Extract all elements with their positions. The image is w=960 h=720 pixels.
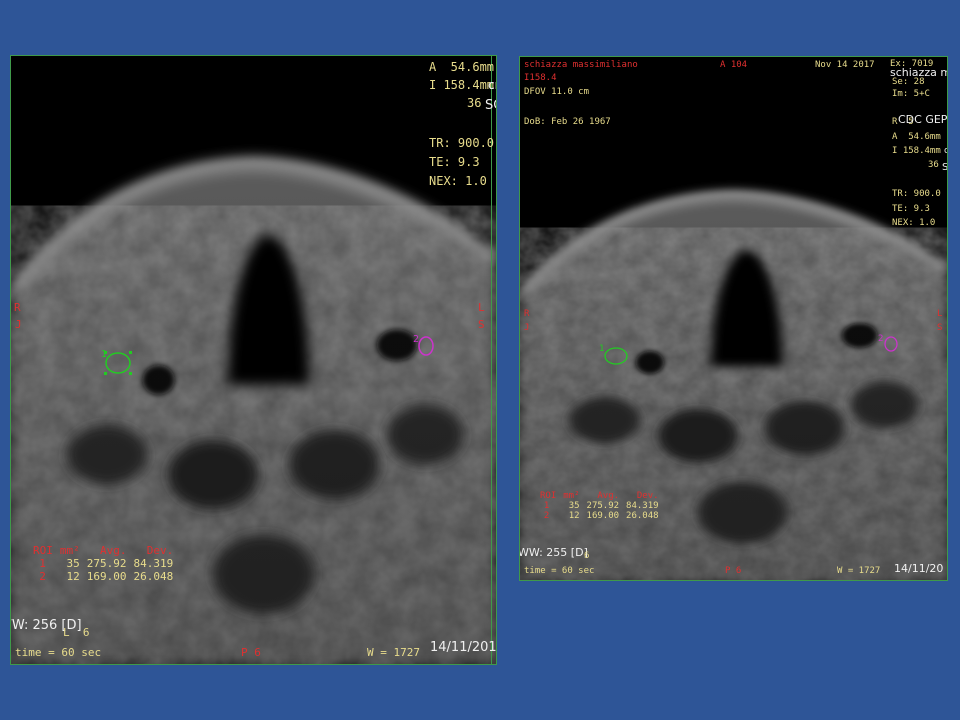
institution-label: CDC GEP: [898, 113, 948, 126]
table-row: 1 35 275.92 84.319: [39, 557, 174, 570]
orientation-r: R: [524, 309, 530, 319]
roi-stats-table: ROI mm² Avg. Dev. 1 35 275.92 84.319 2 1…: [540, 491, 666, 521]
roi2-marker[interactable]: [416, 335, 436, 357]
partial-label: c: [944, 146, 947, 157]
roi1-marker[interactable]: [602, 345, 630, 367]
roi2-marker[interactable]: [883, 335, 899, 353]
orientation-l: L: [937, 309, 943, 319]
image-id: I158.4: [524, 73, 557, 83]
accession-label: A 104: [720, 60, 748, 70]
right-image-viewer[interactable]: schiazza massimiliano I158.4 DFOV 11.0 c…: [519, 56, 948, 581]
table-row: 2 12 169.00 26.048: [39, 570, 174, 583]
orientation-r: R: [14, 301, 21, 314]
col-dev: Dev.: [146, 544, 174, 557]
date-of-birth: DoB: Feb 26 1967: [524, 117, 611, 127]
scan-time: time = 60 sec: [524, 566, 595, 576]
date-stamp: 14/11/201: [430, 640, 497, 655]
roi1-marker[interactable]: [103, 348, 133, 378]
col-dev: Dev.: [636, 491, 659, 501]
scan-time: time = 60 sec: [15, 646, 102, 659]
col-area: mm²: [59, 544, 80, 557]
phase-label: P 6: [241, 646, 261, 659]
position-a: A 54.6mm: [429, 60, 495, 74]
window-level: L 6: [63, 626, 90, 639]
col-avg: Avg.: [597, 491, 620, 501]
window-width: WW: 255 [D]: [519, 546, 588, 559]
col-avg: Avg.: [100, 544, 127, 557]
te-value: TE: 9.3: [429, 155, 480, 169]
nex-value: NEX: 1.0: [429, 174, 487, 188]
table-row: 1 35 275.92 84.319: [543, 501, 659, 511]
partial-label: SC: [485, 98, 496, 113]
left-image-viewer[interactable]: A 54.6mm I 158.4mm cm 36 SC TR: 900.0 TE…: [10, 55, 497, 665]
study-date: Nov 14 2017: [815, 60, 875, 70]
dfov: DFOV 11.0 cm: [524, 87, 590, 97]
col-area: mm²: [563, 491, 580, 501]
phase-label: P 6: [725, 566, 742, 576]
table-row: 2 12 169.00 26.048: [543, 511, 659, 521]
orientation-s: S: [937, 323, 943, 333]
date-stamp: 14/11/20: [894, 562, 944, 575]
window-value: W = 1727: [837, 566, 881, 576]
partial-label: S: [942, 162, 948, 173]
slice-number: 36: [928, 160, 939, 170]
tr-value: TR: 900.0: [429, 136, 495, 150]
partial-label: cm: [488, 78, 496, 92]
position-a: A 54.6mm: [892, 132, 941, 142]
col-roi: ROI: [540, 491, 557, 501]
series-number: Se: 28: [892, 77, 925, 87]
roi-stats-table: ROI mm² Avg. Dev. 1 35 275.92 84.319 2 1…: [33, 544, 180, 583]
orientation-l: L: [478, 301, 485, 314]
position-i: I 158.4mm: [892, 146, 941, 156]
window-value: W = 1727: [367, 646, 420, 659]
window-level: 6: [584, 551, 590, 561]
tr-value: TR: 900.0: [892, 189, 941, 199]
col-roi: ROI: [33, 544, 53, 557]
orientation-j: J: [15, 318, 22, 331]
orientation-s: S: [478, 318, 485, 331]
orientation-j: J: [524, 323, 530, 333]
te-value: TE: 9.3: [892, 204, 930, 214]
image-number: Im: 5+C: [892, 89, 930, 99]
position-i: I 158.4mm: [429, 78, 495, 92]
nex-value: NEX: 1.0: [892, 218, 936, 228]
patient-name: schiazza massimiliano: [524, 60, 638, 70]
slice-number: 36: [467, 96, 482, 110]
